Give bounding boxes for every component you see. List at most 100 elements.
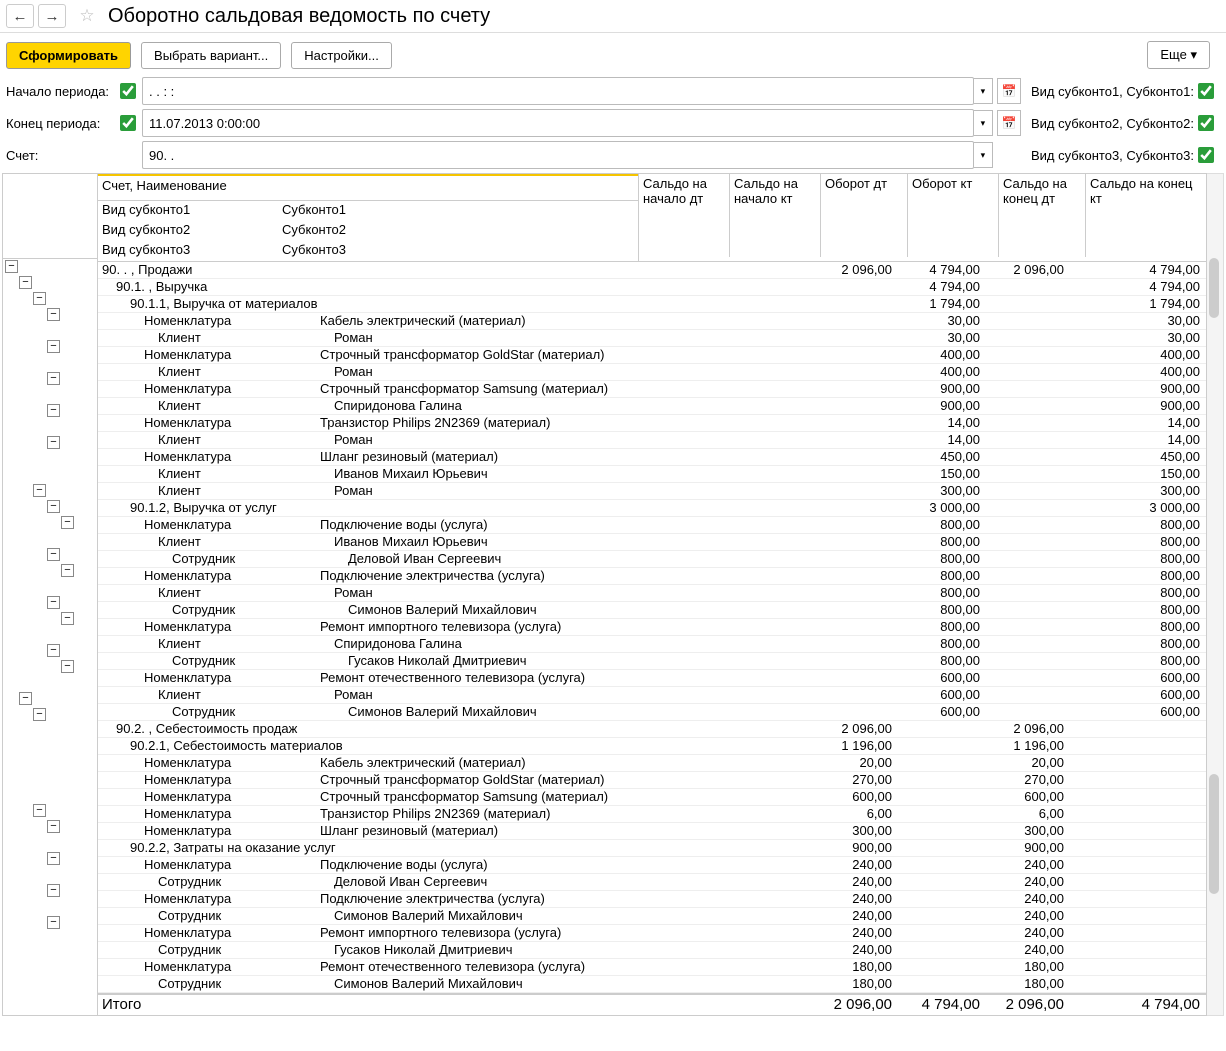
table-row[interactable]: КлиентСпиридонова Галина800,00800,00 — [98, 636, 1206, 653]
page-title: Оборотно сальдовая ведомость по счету — [108, 5, 490, 28]
table-row[interactable]: 90. . , Продажи2 096,004 794,002 096,004… — [98, 262, 1206, 279]
table-row[interactable]: НоменклатураТранзистор Philips 2N2369 (м… — [98, 415, 1206, 432]
table-row[interactable]: НоменклатураПодключение воды (услуга)800… — [98, 517, 1206, 534]
account-label: Счет: — [6, 148, 116, 163]
end-period-input[interactable]: 11.07.2013 0:00:00 — [142, 109, 974, 137]
tree-collapse-icon[interactable]: − — [47, 500, 60, 513]
tree-collapse-icon[interactable]: − — [61, 660, 74, 673]
table-row[interactable]: СотрудникСимонов Валерий Михайлович800,0… — [98, 602, 1206, 619]
table-row[interactable]: НоменклатураРемонт отечественного телеви… — [98, 959, 1206, 976]
tree-collapse-icon[interactable]: − — [47, 548, 60, 561]
sub1-label: Вид субконто1, Субконто1: — [1031, 84, 1194, 99]
table-row[interactable]: КлиентРоман300,00300,00 — [98, 483, 1206, 500]
total-row: Итого 2 096,00 4 794,00 2 096,00 4 794,0… — [98, 993, 1206, 1015]
tree-collapse-icon[interactable]: − — [47, 916, 60, 929]
table-row[interactable]: СотрудникСимонов Валерий Михайлович180,0… — [98, 976, 1206, 993]
tree-collapse-icon[interactable]: − — [33, 708, 46, 721]
table-row[interactable]: НоменклатураПодключение электричества (у… — [98, 568, 1206, 585]
sub2-label: Вид субконто2, Субконто2: — [1031, 116, 1194, 131]
tree-collapse-icon[interactable]: − — [47, 404, 60, 417]
table-row[interactable]: КлиентСпиридонова Галина900,00900,00 — [98, 398, 1206, 415]
table-row[interactable]: 90.2.2, Затраты на оказание услуг900,009… — [98, 840, 1206, 857]
form-button[interactable]: Сформировать — [6, 42, 131, 69]
tree-collapse-icon[interactable]: − — [5, 260, 18, 273]
tree-collapse-icon[interactable]: − — [19, 692, 32, 705]
table-row[interactable]: 90.1. , Выручка4 794,004 794,00 — [98, 279, 1206, 296]
table-row[interactable]: СотрудникСимонов Валерий Михайлович600,0… — [98, 704, 1206, 721]
back-button[interactable]: ← — [6, 4, 34, 28]
table-row[interactable]: СотрудникГусаков Николай Дмитриевич800,0… — [98, 653, 1206, 670]
start-period-input[interactable]: . . : : — [142, 77, 974, 105]
table-row[interactable]: КлиентИванов Михаил Юрьевич800,00800,00 — [98, 534, 1206, 551]
table-row[interactable]: 90.2.1, Себестоимость материалов1 196,00… — [98, 738, 1206, 755]
header-account: Счет, Наименование — [98, 174, 638, 201]
table-row[interactable]: НоменклатураРемонт импортного телевизора… — [98, 619, 1206, 636]
tree-collapse-icon[interactable]: − — [61, 612, 74, 625]
table-row[interactable]: КлиентРоман14,0014,00 — [98, 432, 1206, 449]
tree-collapse-icon[interactable]: − — [47, 340, 60, 353]
tree-outline: −−−−−−−−−−−−−−−−−−−−−−−− — [2, 173, 97, 1016]
start-period-check[interactable] — [120, 83, 136, 99]
table-row[interactable]: НоменклатураРемонт отечественного телеви… — [98, 670, 1206, 687]
account-input[interactable]: 90. . — [142, 141, 974, 169]
settings-button[interactable]: Настройки... — [291, 42, 392, 69]
tree-collapse-icon[interactable]: − — [47, 852, 60, 865]
start-period-dropdown[interactable]: ▾ — [974, 78, 993, 104]
tree-collapse-icon[interactable]: − — [33, 804, 46, 817]
tree-collapse-icon[interactable]: − — [47, 884, 60, 897]
table-row[interactable]: НоменклатураПодключение воды (услуга)240… — [98, 857, 1206, 874]
table-row[interactable]: КлиентРоман600,00600,00 — [98, 687, 1206, 704]
account-dropdown[interactable]: ▾ — [974, 142, 993, 168]
table-row[interactable]: НоменклатураСтрочный трансформатор Samsu… — [98, 381, 1206, 398]
table-row[interactable]: КлиентРоман30,0030,00 — [98, 330, 1206, 347]
table-row[interactable]: НоменклатураТранзистор Philips 2N2369 (м… — [98, 806, 1206, 823]
tree-collapse-icon[interactable]: − — [47, 372, 60, 385]
table-row[interactable]: НоменклатураПодключение электричества (у… — [98, 891, 1206, 908]
vertical-scrollbar[interactable] — [1207, 173, 1224, 1016]
more-button[interactable]: Еще ▾ — [1147, 41, 1210, 69]
table-row[interactable]: КлиентРоман400,00400,00 — [98, 364, 1206, 381]
table-row[interactable]: НоменклатураСтрочный трансформатор GoldS… — [98, 772, 1206, 789]
end-period-dropdown[interactable]: ▾ — [974, 110, 993, 136]
tree-collapse-icon[interactable]: − — [47, 820, 60, 833]
table-row[interactable]: КлиентИванов Михаил Юрьевич150,00150,00 — [98, 466, 1206, 483]
tree-collapse-icon[interactable]: − — [47, 436, 60, 449]
start-period-calendar-icon[interactable]: 📅 — [997, 78, 1021, 104]
table-row[interactable]: СотрудникДеловой Иван Сергеевич240,00240… — [98, 874, 1206, 891]
table-row[interactable]: КлиентРоман800,00800,00 — [98, 585, 1206, 602]
total-label: Итого — [98, 995, 278, 1015]
tree-collapse-icon[interactable]: − — [47, 644, 60, 657]
table-row[interactable]: 90.2. , Себестоимость продаж2 096,002 09… — [98, 721, 1206, 738]
table-row[interactable]: НоменклатураКабель электрический (матери… — [98, 313, 1206, 330]
tree-collapse-icon[interactable]: − — [33, 484, 46, 497]
end-period-calendar-icon[interactable]: 📅 — [997, 110, 1021, 136]
tree-collapse-icon[interactable]: − — [19, 276, 32, 289]
sub3-check[interactable] — [1198, 147, 1214, 163]
end-period-check[interactable] — [120, 115, 136, 131]
table-row[interactable]: НоменклатураСтрочный трансформатор Samsu… — [98, 789, 1206, 806]
end-period-label: Конец периода: — [6, 116, 116, 131]
favorite-icon[interactable]: ☆ — [76, 5, 98, 27]
sub2-check[interactable] — [1198, 115, 1214, 131]
variant-button[interactable]: Выбрать вариант... — [141, 42, 281, 69]
tree-collapse-icon[interactable]: − — [47, 308, 60, 321]
table-row[interactable]: НоменклатураСтрочный трансформатор GoldS… — [98, 347, 1206, 364]
tree-collapse-icon[interactable]: − — [33, 292, 46, 305]
tree-collapse-icon[interactable]: − — [61, 516, 74, 529]
sub1-check[interactable] — [1198, 83, 1214, 99]
table-row[interactable]: НоменклатураКабель электрический (матери… — [98, 755, 1206, 772]
scrollbar-thumb[interactable] — [1209, 258, 1219, 318]
table-row[interactable]: СотрудникГусаков Николай Дмитриевич240,0… — [98, 942, 1206, 959]
table-row[interactable]: 90.1.1, Выручка от материалов1 794,001 7… — [98, 296, 1206, 313]
scrollbar-thumb-2[interactable] — [1209, 774, 1219, 894]
table-row[interactable]: СотрудникСимонов Валерий Михайлович240,0… — [98, 908, 1206, 925]
tree-collapse-icon[interactable]: − — [61, 564, 74, 577]
table-row[interactable]: СотрудникДеловой Иван Сергеевич800,00800… — [98, 551, 1206, 568]
table-row[interactable]: НоменклатураРемонт импортного телевизора… — [98, 925, 1206, 942]
table-row[interactable]: НоменклатураШланг резиновый (материал)45… — [98, 449, 1206, 466]
tree-collapse-icon[interactable]: − — [47, 596, 60, 609]
chevron-down-icon: ▾ — [1190, 47, 1197, 62]
table-row[interactable]: НоменклатураШланг резиновый (материал)30… — [98, 823, 1206, 840]
forward-button[interactable]: → — [38, 4, 66, 28]
table-row[interactable]: 90.1.2, Выручка от услуг3 000,003 000,00 — [98, 500, 1206, 517]
